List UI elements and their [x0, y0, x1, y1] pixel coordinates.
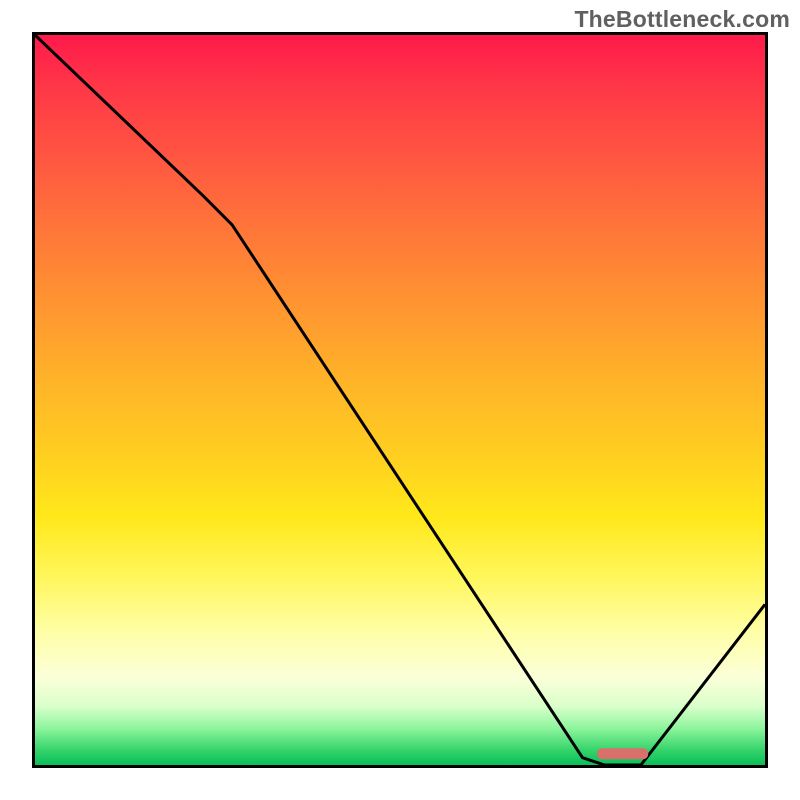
watermark-text: TheBottleneck.com: [574, 6, 790, 33]
chart-svg: [35, 35, 765, 765]
curve-path: [35, 35, 765, 765]
chart-container: TheBottleneck.com: [0, 0, 800, 800]
marker-bar: [597, 748, 648, 759]
plot-area: [32, 32, 768, 768]
